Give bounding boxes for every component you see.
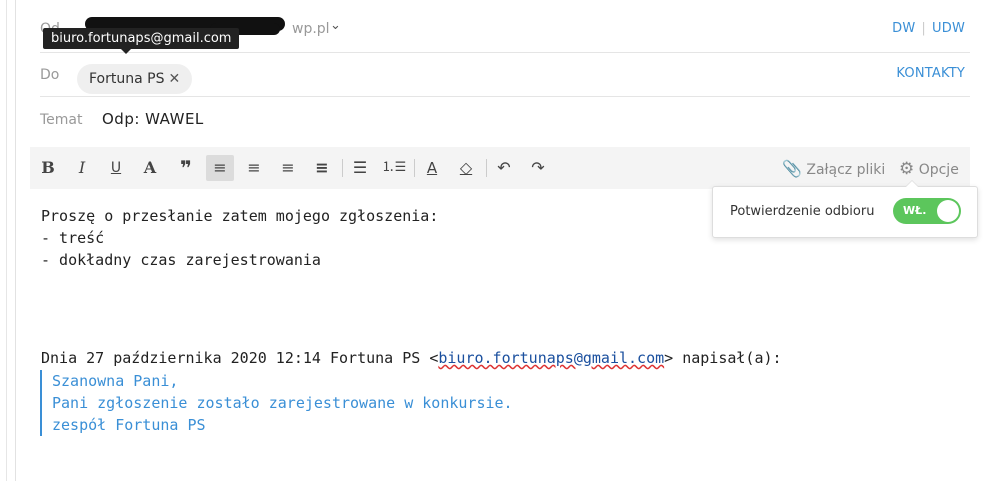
numbered-list-icon[interactable]: ⒈☰	[380, 155, 408, 181]
italic-icon[interactable]: I	[68, 155, 96, 181]
redo-icon[interactable]: ↷	[524, 155, 552, 181]
to-row: Do Fortuna PS ✕ KONTAKTY	[40, 52, 970, 97]
link-separator: |	[921, 21, 927, 36]
quote-line-2: Pani zgłoszenie zostało zarejestrowane w…	[52, 394, 513, 412]
read-receipt-label: Potwierdzenie odbioru	[730, 204, 875, 219]
underline-icon[interactable]: U	[102, 155, 130, 181]
close-icon[interactable]: ✕	[168, 71, 180, 87]
reply-header[interactable]: Dnia 27 października 2020 12:14 Fortuna …	[41, 349, 782, 367]
contacts-link[interactable]: KONTAKTY	[896, 66, 965, 81]
quote-icon[interactable]: ❞	[172, 155, 200, 181]
quote-line-1: Szanowna Pani,	[52, 372, 179, 390]
toolbar-divider	[486, 159, 487, 177]
from-address-suffix[interactable]: wp.pl	[292, 21, 330, 37]
align-left-icon[interactable]: ≡	[206, 155, 234, 181]
highlight-icon[interactable]: ◇	[452, 155, 480, 181]
subject-label: Temat	[40, 112, 83, 128]
options-button[interactable]: ⚙ Opcje	[899, 159, 959, 179]
reply-suffix: > napisał(a):	[664, 349, 782, 367]
undo-icon[interactable]: ↶	[490, 155, 518, 181]
justify-icon[interactable]: ≡	[308, 155, 336, 181]
gear-icon: ⚙	[899, 159, 915, 179]
paperclip-icon: 📎	[782, 159, 802, 178]
cc-bcc-links: DW | UDW	[892, 21, 965, 36]
reply-prefix: Dnia 27 października 2020 12:14 Fortuna …	[41, 349, 439, 367]
toolbar-divider	[414, 159, 415, 177]
recipient-chip[interactable]: Fortuna PS ✕	[77, 64, 193, 94]
left-edge	[0, 0, 7, 481]
attach-files-label: Załącz pliki	[806, 162, 886, 178]
reply-email-link[interactable]: biuro.fortunaps@gmail.com	[438, 349, 664, 367]
bullet-list-icon[interactable]: ☰	[346, 155, 374, 181]
subject-row: Temat Odp: WAWEL	[40, 97, 970, 141]
options-label: Opcje	[918, 162, 959, 178]
bold-icon[interactable]: B	[34, 155, 62, 181]
toggle-knob	[937, 200, 959, 222]
to-label: Do	[40, 67, 60, 83]
toggle-state-label: WŁ.	[903, 204, 927, 217]
message-line-3[interactable]: - dokładny czas zarejestrowania	[41, 251, 321, 269]
subject-input[interactable]: Odp: WAWEL	[102, 110, 204, 128]
message-line-2[interactable]: - treść	[41, 229, 104, 247]
text-color-icon[interactable]: A	[418, 155, 446, 181]
message-line-1[interactable]: Proszę o przesłanie zatem mojego zgłosze…	[41, 207, 438, 225]
quote-line-3: zespół Fortuna PS	[52, 416, 206, 434]
sender-tooltip: biuro.fortunaps@gmail.com	[43, 28, 240, 54]
options-popup: Potwierdzenie odbioru WŁ.	[712, 180, 978, 238]
formatting-toolbar: B I U A ❞ ≡ ≡ ≡ ≡ ☰ ⒈☰ A ◇ ↶ ↷ 📎 Załącz …	[30, 147, 970, 189]
recipient-name: Fortuna PS	[89, 71, 165, 87]
chevron-down-icon[interactable]: ⌄	[330, 18, 341, 33]
quoted-message[interactable]: Szanowna Pani, Pani zgłoszenie zostało z…	[40, 370, 513, 436]
attach-files-button[interactable]: 📎 Załącz pliki	[782, 159, 885, 178]
align-right-icon[interactable]: ≡	[274, 155, 302, 181]
font-size-icon[interactable]: A	[136, 155, 164, 181]
toolbar-divider	[342, 159, 343, 177]
align-center-icon[interactable]: ≡	[240, 155, 268, 181]
cc-link[interactable]: DW	[892, 21, 915, 36]
read-receipt-toggle[interactable]: WŁ.	[893, 198, 961, 224]
bcc-link[interactable]: UDW	[932, 21, 965, 36]
